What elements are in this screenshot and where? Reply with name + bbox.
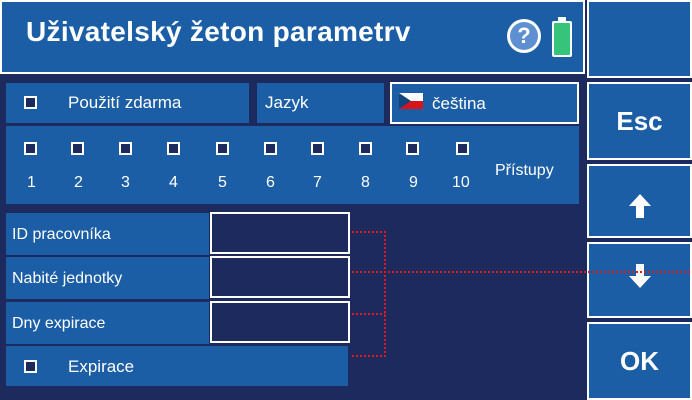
field-connector-lines bbox=[352, 231, 692, 357]
connector-bracket bbox=[352, 231, 386, 357]
screen: Uživatelský žeton parametrv ? Esc OK Pou… bbox=[0, 0, 692, 400]
